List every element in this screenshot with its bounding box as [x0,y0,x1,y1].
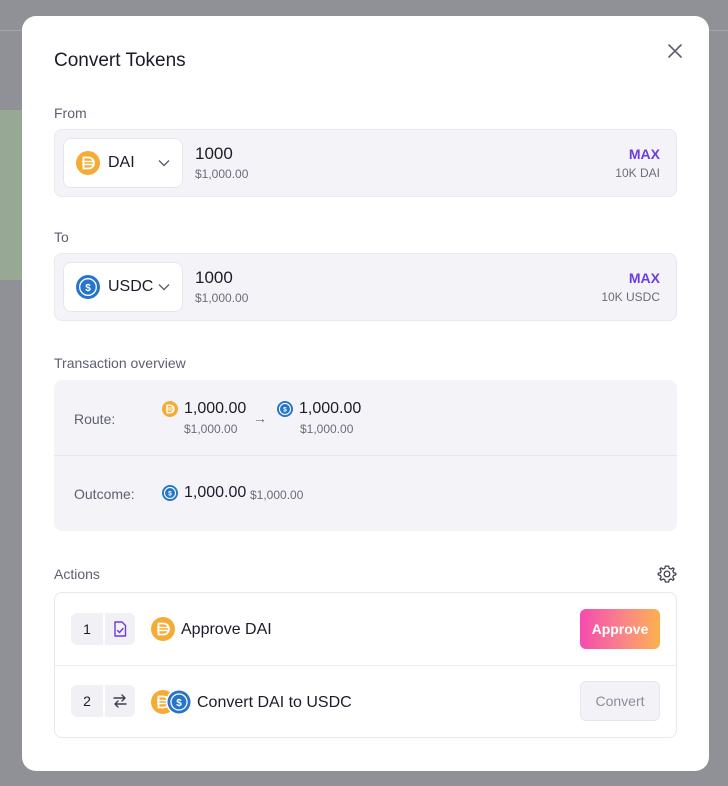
usdc-token-icon: $ [162,485,178,501]
from-max-button[interactable]: MAX [629,146,660,162]
from-amount-usd: $1,000.00 [195,167,249,181]
settings-button[interactable] [657,564,677,584]
to-label: To [54,229,69,245]
transaction-overview-label: Transaction overview [54,355,186,371]
from-token-panel: DAI $1,000.00 MAX 10K DAI [54,129,677,197]
route-label: Route: [74,411,116,427]
convert-step-title: Convert DAI to USDC [197,694,352,711]
to-amount-input[interactable] [195,268,395,288]
from-token-select[interactable]: DAI [63,138,183,188]
to-amount-usd: $1,000.00 [195,291,249,305]
route-to-usd: $1,000.00 [300,422,354,436]
chevron-down-icon [158,283,170,291]
approve-button[interactable]: Approve [580,609,660,649]
actions-divider [55,665,676,666]
svg-text:$: $ [283,407,287,414]
route-arrow: → [253,410,267,426]
approve-step-title: Approve DAI [181,621,272,638]
transaction-overview: Route: 1,000.00 $1,000.00 → $ 1,000.00 $… [54,380,677,531]
step-number: 1 [83,621,91,637]
svg-text:$: $ [85,283,91,294]
to-token-panel: $ USDC $1,000.00 MAX 10K USDC [54,253,677,321]
overview-divider [54,455,677,456]
outcome-label: Outcome: [74,486,135,502]
gear-icon [657,565,677,583]
from-balance: 10K DAI [615,166,660,180]
convert-button[interactable]: Convert [580,681,660,721]
from-token-symbol: DAI [108,154,135,171]
usdc-token-icon: $ [76,275,100,299]
step-badge: 1 [71,613,135,645]
usdc-token-icon: $ [277,401,293,417]
svg-text:$: $ [176,698,182,709]
route-from-usd: $1,000.00 [184,422,238,436]
step-number: 2 [83,693,91,709]
to-max-button[interactable]: MAX [629,270,660,286]
convert-tokens-modal: Convert Tokens From DAI $1,000.00 MAX 10… [22,16,709,771]
dai-token-icon [162,401,178,417]
close-icon [668,44,682,58]
actions-label: Actions [54,566,100,582]
modal-title: Convert Tokens [54,50,186,71]
usdc-token-icon: $ [166,689,192,715]
outcome-usd: $1,000.00 [250,488,304,502]
chevron-down-icon [158,159,170,167]
background-panel [0,110,24,280]
actions-list: 1 Approve DAI Approve 2 $ Convert DAI to… [54,592,677,738]
from-label: From [54,105,87,121]
dai-token-icon [76,151,100,175]
to-token-symbol: USDC [108,278,154,295]
to-token-select[interactable]: $ USDC [63,262,183,312]
outcome-amount: 1,000.00 [184,484,247,501]
from-amount-input[interactable] [195,144,395,164]
svg-text:$: $ [168,491,172,498]
file-check-icon [103,613,135,645]
step-badge: 2 [71,685,135,717]
swap-arrows-icon [103,685,135,717]
dai-token-icon [151,617,175,641]
to-balance: 10K USDC [601,290,660,304]
route-from-amount: 1,000.00 [184,400,247,417]
close-button[interactable] [665,41,685,61]
route-to-amount: 1,000.00 [299,400,362,417]
